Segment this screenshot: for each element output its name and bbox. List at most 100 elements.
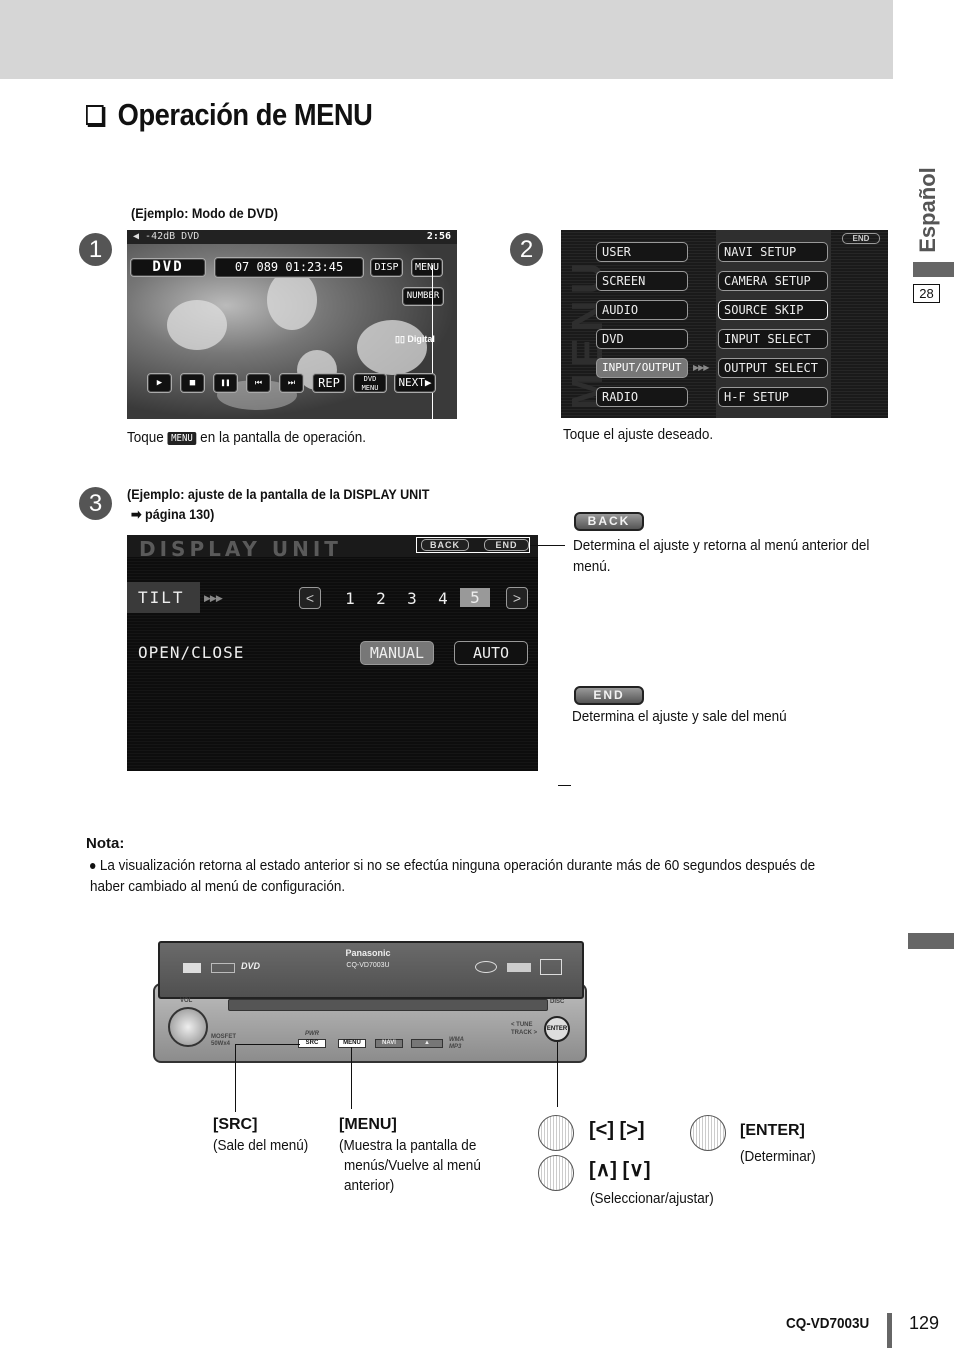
src-button[interactable]: SRC [298,1039,326,1048]
stop-button[interactable]: ■ [180,373,205,393]
navi-button[interactable]: NAVI [375,1039,403,1048]
tilt-option-1[interactable]: 1 [340,589,360,608]
divider-mark [558,785,571,786]
mosfet-label: MOSFET 50Wx4 [211,1034,236,1047]
disp-button[interactable]: DISP [370,258,403,277]
rotate-dial-icon [538,1115,574,1151]
back-description: Determina el ajuste y retorna al menú an… [573,537,870,575]
note-title: Nota: [86,835,125,852]
unit-model: CQ-VD7003U [346,962,390,969]
language-label: Español [915,167,940,253]
end-legend-icon: END [574,686,644,705]
sat-logo-icon [475,961,497,973]
instruction-suffix: en la pantalla de operación. [200,429,367,446]
menu-item-source-skip[interactable]: SOURCE SKIP [718,300,828,320]
menu-callout-line [351,1047,352,1109]
dvd-menu-button[interactable]: DVD MENU [353,373,387,393]
instruction-prefix: Toque [127,429,164,446]
note-item-text: La visualización retorna al estado anter… [90,857,816,895]
tilt-option-3[interactable]: 3 [402,589,422,608]
srs-logo-icon [507,963,531,972]
menu-button[interactable]: MENU [411,258,443,277]
footer-bar [887,1313,892,1348]
tilt-dial-icon [538,1155,574,1191]
step-3-example-label-line1: (Ejemplo: ajuste de la pantalla de la DI… [127,486,430,502]
menu-item-radio[interactable]: RADIO [596,387,688,407]
menu-item-camera-setup[interactable]: CAMERA SETUP [718,271,828,291]
menu-button[interactable]: MENU [338,1039,366,1048]
arrow-indicator-icon: ▶▶▶ [204,593,223,603]
back-legend-icon: BACK [574,512,644,531]
enter-callout-line [557,1042,558,1107]
enter-knob[interactable]: ENTER [544,1016,570,1042]
callout-line [432,265,433,419]
menu-item-dvd[interactable]: DVD [596,329,688,349]
menu-item-screen[interactable]: SCREEN [596,271,688,291]
end-button[interactable]: END [842,233,880,244]
eject-button[interactable]: ▲ [411,1039,443,1048]
menu-item-h-f-setup[interactable]: H-F SETUP [718,387,828,407]
auto-button[interactable]: AUTO [454,641,528,665]
dolby-digital-badge: ▯▯ Digital [395,334,435,344]
src-callout-line-h [235,1044,300,1045]
menu-item-output-select[interactable]: OUTPUT SELECT [718,358,828,378]
tilt-option-2[interactable]: 2 [371,589,391,608]
tilt-option-5[interactable]: 5 [460,588,490,607]
repeat-button[interactable]: REP [312,373,346,393]
tune-track-label: < TUNE TRACK > [511,1022,538,1036]
vol-label: VOL [180,998,193,1004]
src-callout-line [235,1044,236,1112]
header-band [0,0,893,79]
status-bar: ◀ -42dB DVD 2:56 [127,230,457,244]
menu-key-description-1: (Muestra la pantalla de [339,1137,477,1154]
previous-button[interactable]: ⏮ [246,373,271,393]
menu-item-audio[interactable]: AUDIO [596,300,688,320]
dvd-operation-screen: ◀ -42dB DVD 2:56 DVD 07 089 01:23:45 DIS… [127,230,457,419]
step-3-badge: 3 [79,487,112,520]
dts-logo-icon [183,963,201,973]
menu-key-description-2: menús/Vuelve al menú [344,1157,481,1174]
step-1-badge: 1 [79,233,112,266]
bullet-icon [90,863,96,870]
menu-screen: MENU END USER SCREEN AUDIO DVD INPUT/OUT… [561,230,888,418]
next-track-button[interactable]: ⏭ [279,373,304,393]
tilt-option-4[interactable]: 4 [433,589,453,608]
language-tab: Español [913,165,943,255]
page-number: 129 [909,1313,940,1333]
step-1-instruction: Toque MENU en la pantalla de operación. [127,429,366,446]
left-right-key: [<] [>] [589,1119,645,1141]
callout-highlight [416,537,530,553]
brand-logo: Panasonic [345,948,391,958]
tilt-decrease-button[interactable]: < [299,587,321,609]
disc-slot [228,999,548,1011]
display-unit-screen: DISPLAY UNIT BACK END TILT ▶▶▶ < 1 2 3 4… [127,535,538,771]
menu-item-user[interactable]: USER [596,242,688,262]
pwr-label: PWR [305,1031,319,1037]
menu-item-input-select[interactable]: INPUT SELECT [718,329,828,349]
src-key-title: [SRC] [213,1116,258,1133]
step-3-example-label-line2: ➡ página 130) [131,506,215,522]
menu-icon: MENU [167,431,197,445]
menu-item-navi-setup[interactable]: NAVI SETUP [718,242,828,262]
source-button[interactable]: DVD [130,258,206,277]
src-key-description: (Sale del menú) [213,1137,309,1154]
page-title-text: Operación de MENU [117,97,373,132]
note-item: La visualización retorna al estado anter… [90,855,819,897]
next-button[interactable]: NEXT▶ [394,373,436,393]
press-dial-icon [690,1115,726,1151]
dvd-logo-icon: DVD [241,961,261,971]
disc-logo-icon [540,959,562,975]
screen-title: DISPLAY UNIT [139,537,342,561]
menu-item-input-output[interactable]: INPUT/OUTPUT [596,358,688,378]
manual-button[interactable]: MANUAL [360,641,434,665]
number-button[interactable]: NUMBER [402,287,444,306]
tilt-increase-button[interactable]: > [506,587,528,609]
checkbox-icon [86,105,104,125]
pause-button[interactable]: ❚❚ [213,373,238,393]
arrow-indicator-icon: ▶▶▶ [693,363,710,372]
volume-knob[interactable] [168,1007,208,1047]
disc-label: DISC [550,999,565,1005]
play-button[interactable]: ▶ [147,373,172,393]
up-down-key: [∧] [∨] [589,1159,651,1181]
menu-key-title: [MENU] [339,1116,397,1133]
